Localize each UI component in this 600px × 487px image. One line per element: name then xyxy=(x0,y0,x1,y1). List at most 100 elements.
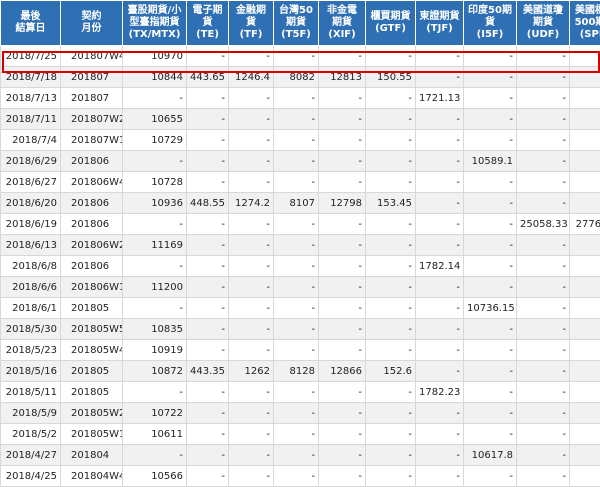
contract-month-cell: 201806 xyxy=(61,151,123,172)
table-row: 2018/7/1820180710844443.651246.480821281… xyxy=(1,67,600,88)
settlement-price-cell: - xyxy=(517,382,570,403)
settlement-price-cell: - xyxy=(416,130,464,151)
settlement-price-cell: - xyxy=(187,340,229,361)
table-row: 2018/6/8201806------1782.14--- xyxy=(1,256,600,277)
settlement-price-cell: 10970 xyxy=(123,46,187,67)
header-te: 電子期貨(TE) xyxy=(187,1,229,46)
settlement-price-cell: - xyxy=(416,319,464,340)
settlement-date-cell: 2018/5/16 xyxy=(1,361,61,382)
settlement-price-cell: - xyxy=(517,298,570,319)
settlement-price-cell: - xyxy=(570,361,600,382)
settlement-price-cell: - xyxy=(517,88,570,109)
settlement-price-cell: - xyxy=(319,424,366,445)
settlement-price-cell: - xyxy=(517,193,570,214)
settlement-price-cell: - xyxy=(229,445,274,466)
settlement-price-cell: - xyxy=(274,109,319,130)
settlement-price-cell: 443.35 xyxy=(187,361,229,382)
settlement-price-cell: - xyxy=(366,382,416,403)
settlement-price-cell: - xyxy=(517,361,570,382)
settlement-price-cell: - xyxy=(229,424,274,445)
settlement-price-cell: - xyxy=(123,256,187,277)
settlement-price-cell: - xyxy=(123,88,187,109)
settlement-price-cell: - xyxy=(464,67,517,88)
contract-month-cell: 201805W4 xyxy=(61,340,123,361)
settlement-price-cell: - xyxy=(570,172,600,193)
settlement-date-cell: 2018/6/6 xyxy=(1,277,61,298)
settlement-price-cell: - xyxy=(366,445,416,466)
settlement-price-cell: - xyxy=(416,277,464,298)
settlement-price-cell: - xyxy=(187,256,229,277)
settlement-date-cell: 2018/6/27 xyxy=(1,172,61,193)
header-t5f: 台灣50期貨(T5F) xyxy=(274,1,319,46)
settlement-price-cell: 10566 xyxy=(123,466,187,487)
settlement-price-cell: - xyxy=(517,256,570,277)
contract-month-cell: 201805 xyxy=(61,361,123,382)
table-row: 2018/5/2201805W110611--------- xyxy=(1,424,600,445)
settlement-price-cell: - xyxy=(416,298,464,319)
settlement-date-cell: 2018/6/29 xyxy=(1,151,61,172)
settlement-date-cell: 2018/5/11 xyxy=(1,382,61,403)
table-row: 2018/6/6201806W111200--------- xyxy=(1,277,600,298)
settlement-price-cell: - xyxy=(274,235,319,256)
header-tjf: 東證期貨(TJF) xyxy=(416,1,464,46)
settlement-price-cell: - xyxy=(229,277,274,298)
settlement-price-cell: - xyxy=(464,319,517,340)
header-gtf: 櫃買期貨(GTF) xyxy=(366,1,416,46)
settlement-price-cell: - xyxy=(319,214,366,235)
table-row: 2018/4/25201804W410566--------- xyxy=(1,466,600,487)
settlement-price-cell: 25058.33 xyxy=(517,214,570,235)
settlement-price-cell: 11200 xyxy=(123,277,187,298)
settlement-date-cell: 2018/7/13 xyxy=(1,88,61,109)
settlement-price-cell: - xyxy=(464,172,517,193)
settlement-price-cell: - xyxy=(274,256,319,277)
settlement-price-cell: - xyxy=(187,298,229,319)
settlement-price-cell: - xyxy=(570,67,600,88)
table-row: 2018/6/19201806--------25058.332776.85 xyxy=(1,214,600,235)
settlement-price-cell: - xyxy=(464,193,517,214)
settlement-price-cell: - xyxy=(319,88,366,109)
settlement-price-cell: - xyxy=(464,46,517,67)
settlement-price-cell: - xyxy=(319,319,366,340)
settlement-price-cell: - xyxy=(274,88,319,109)
settlement-price-cell: 1262 xyxy=(229,361,274,382)
settlement-price-cell: - xyxy=(570,424,600,445)
contract-month-cell: 201805 xyxy=(61,298,123,319)
settlement-price-cell: - xyxy=(274,46,319,67)
settlement-price-cell: - xyxy=(319,256,366,277)
settlement-price-cell: - xyxy=(319,130,366,151)
header-contract-month: 契約月份 xyxy=(61,1,123,46)
settlement-price-cell: - xyxy=(366,298,416,319)
settlement-price-cell: - xyxy=(274,403,319,424)
settlement-price-cell: - xyxy=(464,109,517,130)
settlement-price-cell: 1782.14 xyxy=(416,256,464,277)
settlement-price-cell: 10919 xyxy=(123,340,187,361)
settlement-price-cell: - xyxy=(570,151,600,172)
settlement-price-cell: - xyxy=(366,403,416,424)
settlement-price-cell: 10589.1 xyxy=(464,151,517,172)
settlement-price-cell: - xyxy=(187,46,229,67)
settlement-price-cell: - xyxy=(517,130,570,151)
settlement-price-cell: - xyxy=(464,466,517,487)
settlement-price-cell: - xyxy=(319,403,366,424)
header-udf: 美國道瓊期貨(UDF) xyxy=(517,1,570,46)
settlement-date-cell: 2018/7/11 xyxy=(1,109,61,130)
settlement-price-cell: - xyxy=(416,172,464,193)
settlement-price-cell: - xyxy=(366,466,416,487)
table-row: 2018/5/11201805------1782.23--- xyxy=(1,382,600,403)
settlement-price-cell: - xyxy=(416,46,464,67)
settlement-price-cell: - xyxy=(187,88,229,109)
settlement-price-cell: 12813 xyxy=(319,67,366,88)
table-row: 2018/4/27201804-------10617.8-- xyxy=(1,445,600,466)
settlement-price-cell: - xyxy=(366,424,416,445)
settlement-date-cell: 2018/6/13 xyxy=(1,235,61,256)
settlement-price-cell: - xyxy=(187,109,229,130)
settlement-price-cell: - xyxy=(464,235,517,256)
settlement-price-cell: - xyxy=(274,130,319,151)
contract-month-cell: 201806 xyxy=(61,256,123,277)
settlement-price-cell: - xyxy=(274,445,319,466)
contract-month-cell: 201804 xyxy=(61,445,123,466)
settlement-price-cell: - xyxy=(517,109,570,130)
settlement-price-cell: - xyxy=(570,277,600,298)
settlement-price-cell: - xyxy=(274,214,319,235)
table-row: 2018/7/4201807W110729--------- xyxy=(1,130,600,151)
